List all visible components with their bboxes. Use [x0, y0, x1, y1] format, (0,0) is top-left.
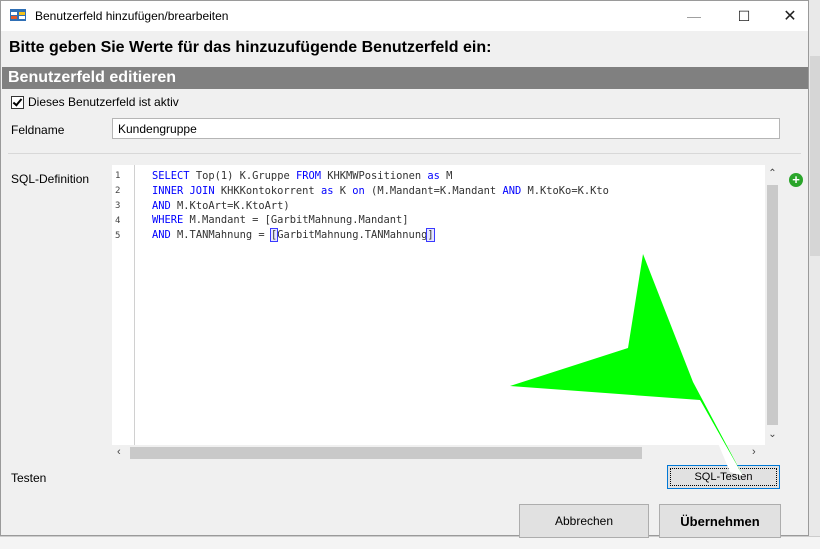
add-icon[interactable]: +: [789, 173, 803, 187]
sql-code-line[interactable]: WHERE M.Mandant = [GarbitMahnung.Mandant…: [152, 213, 609, 228]
title-bar[interactable]: Benutzerfeld hinzufügen/brearbeiten — ☐ …: [1, 1, 808, 31]
scroll-right-icon[interactable]: ›: [752, 446, 756, 458]
cancel-button[interactable]: Abbrechen: [519, 504, 649, 538]
sql-test-button[interactable]: SQL-Testen: [667, 465, 780, 489]
window-app-icon: [10, 9, 26, 21]
sql-code-line[interactable]: SELECT Top(1) K.Gruppe FROM KHKMWPositio…: [152, 169, 609, 184]
close-icon: ✕: [783, 8, 797, 25]
sql-test-button-label: SQL-Testen: [670, 468, 777, 486]
line-number: 5: [115, 231, 121, 241]
fieldname-input[interactable]: Kundengruppe: [112, 118, 780, 139]
line-number: 1: [115, 171, 121, 181]
line-number: 4: [115, 216, 121, 226]
maximize-icon: ☐: [737, 7, 751, 24]
minimize-icon: —: [687, 8, 701, 24]
active-checkbox-row[interactable]: Dieses Benutzerfeld ist aktiv: [11, 95, 179, 109]
maximize-button[interactable]: ☐: [721, 1, 767, 31]
fieldname-label: Feldname: [11, 123, 65, 137]
sql-code-line[interactable]: INNER JOIN KHKKontokorrent as K on (M.Ma…: [152, 184, 609, 199]
line-number: 3: [115, 201, 121, 211]
line-number: 2: [115, 186, 121, 196]
section-header: Benutzerfeld editieren: [2, 67, 808, 89]
scroll-down-icon[interactable]: ⌄: [765, 429, 780, 440]
scroll-up-icon[interactable]: ⌃: [765, 168, 780, 179]
test-label: Testen: [11, 471, 47, 485]
active-checkbox-label: Dieses Benutzerfeld ist aktiv: [28, 95, 179, 109]
dialog-window: Benutzerfeld hinzufügen/brearbeiten — ☐ …: [0, 0, 809, 538]
horizontal-scrollbar[interactable]: ‹ ›: [112, 445, 765, 461]
sql-editor[interactable]: 1 2 3 4 5 SELECT Top(1) K.Gruppe FROM KH…: [112, 165, 780, 461]
line-number-gutter: 1 2 3 4 5: [112, 165, 135, 445]
close-button[interactable]: ✕: [767, 1, 813, 31]
vertical-scrollbar[interactable]: ⌃ ⌄: [765, 165, 780, 445]
scroll-left-icon[interactable]: ‹: [117, 446, 121, 458]
sql-code-line[interactable]: AND M.KtoArt=K.KtoArt): [152, 199, 609, 214]
vertical-scroll-thumb[interactable]: [767, 185, 778, 425]
sql-code-line[interactable]: AND M.TANMahnung = [GarbitMahnung.TANMah…: [152, 228, 609, 243]
minimize-button[interactable]: —: [671, 1, 717, 31]
dialog-heading: Bitte geben Sie Werte für das hinzuzufüg…: [9, 39, 492, 56]
window-title: Benutzerfeld hinzufügen/brearbeiten: [35, 9, 229, 23]
apply-button[interactable]: Übernehmen: [659, 504, 781, 538]
sql-code[interactable]: SELECT Top(1) K.Gruppe FROM KHKMWPositio…: [152, 169, 609, 243]
separator: [8, 153, 801, 154]
sql-definition-label: SQL-Definition: [11, 172, 90, 186]
horizontal-scroll-thumb[interactable]: [130, 447, 642, 459]
active-checkbox[interactable]: [11, 95, 24, 109]
scrollbar-corner: [765, 445, 780, 461]
background-window-fragment: [810, 56, 820, 256]
